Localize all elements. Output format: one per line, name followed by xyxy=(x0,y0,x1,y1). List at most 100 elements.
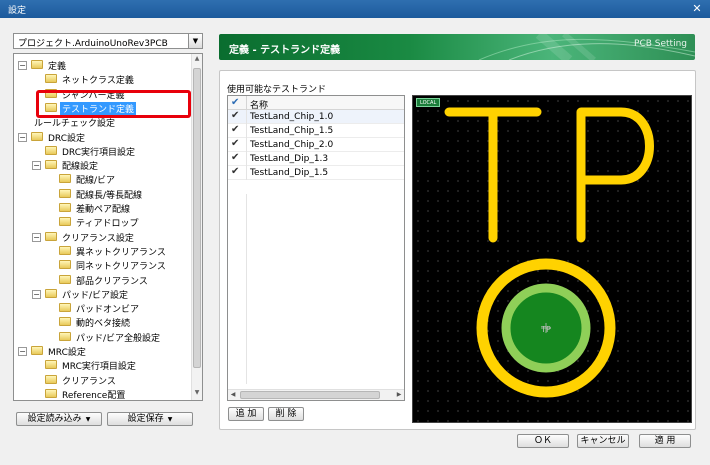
letter-t-shape xyxy=(444,107,542,243)
tree-item-label: DRC実行項目設定 xyxy=(62,147,136,158)
check-all-icon[interactable]: ✔ xyxy=(231,97,239,108)
tree-item[interactable]: 動的ベタ接続 xyxy=(14,315,190,329)
column-separator xyxy=(246,166,247,180)
tree-item[interactable]: 異ネットクリアランス xyxy=(14,244,190,258)
tree-item-label: 配線設定 xyxy=(62,162,99,173)
load-settings-button[interactable]: 設定読み込み ▼ xyxy=(16,412,102,426)
testland-list[interactable]: ✔ 名称 ✔ TestLand_Chip_1.0 ✔ TestLand_Chip_1.… xyxy=(227,95,405,401)
delete-button-label: 削 除 xyxy=(275,409,297,419)
tree-item-label: DRC設定 xyxy=(48,133,86,144)
apply-button[interactable]: 適 用 xyxy=(639,434,691,448)
list-item[interactable]: ✔ TestLand_Chip_1.5 xyxy=(228,124,404,138)
tree-item-label: ネットクラス定義 xyxy=(62,76,134,87)
list-item[interactable]: ✔ TestLand_Dip_1.5 xyxy=(228,166,404,180)
tree-item[interactable]: − パッド/ビア設定 xyxy=(14,287,190,301)
scrollbar-thumb[interactable] xyxy=(193,68,201,368)
column-separator xyxy=(246,110,247,124)
tree-item-label: Reference配置 xyxy=(62,390,126,401)
folder-icon xyxy=(31,131,43,141)
tree-item-label: 配線長/等長配線 xyxy=(76,190,143,201)
column-separator xyxy=(246,138,247,152)
folder-icon xyxy=(59,317,71,327)
tree-item[interactable]: 同ネットクリアランス xyxy=(14,258,190,272)
folder-icon xyxy=(45,145,57,155)
column-separator xyxy=(246,152,247,166)
chevron-down-icon[interactable]: ▼ xyxy=(188,34,202,48)
tree-item-label: 同ネットクリアランス xyxy=(76,262,166,273)
ok-button[interactable]: ＯＫ xyxy=(517,434,569,448)
list-item[interactable]: ✔ TestLand_Chip_2.0 xyxy=(228,138,404,152)
scroll-right-icon[interactable]: ▶ xyxy=(395,391,403,400)
save-settings-label: 設定保存 xyxy=(127,414,164,424)
checkbox-icon[interactable]: ✔ xyxy=(231,138,239,149)
column-separator xyxy=(246,96,247,110)
save-settings-button[interactable]: 設定保存 ▼ xyxy=(107,412,193,426)
list-item[interactable]: ✔ TestLand_Dip_1.3 xyxy=(228,152,404,166)
tree-item-label: クリアランス xyxy=(62,376,116,387)
tree-item[interactable]: − クリアランス設定 xyxy=(14,230,190,244)
collapse-icon[interactable]: − xyxy=(18,347,27,356)
tree-item[interactable]: − DRC設定 xyxy=(14,130,190,144)
scroll-down-icon[interactable]: ▼ xyxy=(193,389,201,399)
project-dropdown[interactable]: プロジェクト.ArduinoUnoRev3PCB ▼ xyxy=(13,33,203,49)
preview-graphic: TP TP xyxy=(444,107,654,398)
delete-button[interactable]: 削 除 xyxy=(268,407,304,421)
folder-icon xyxy=(45,388,57,398)
collapse-icon[interactable]: − xyxy=(32,289,41,299)
checkbox-icon[interactable]: ✔ xyxy=(231,166,239,177)
tree-item-label: 差動ペア配線 xyxy=(76,205,131,215)
list-horizontal-scrollbar[interactable]: ◀ ▶ xyxy=(228,389,404,400)
tree-item[interactable]: ネットクラス定義 xyxy=(14,72,190,86)
scroll-up-icon[interactable]: ▲ xyxy=(193,55,201,65)
folder-icon xyxy=(59,188,71,198)
ok-button-label: ＯＫ xyxy=(533,436,552,446)
tree-item[interactable]: Reference配置 xyxy=(14,387,190,401)
tree-item[interactable]: ティアドロップ xyxy=(14,215,190,229)
testland-name: TestLand_Dip_1.3 xyxy=(250,154,329,164)
tree-item[interactable]: − 配線設定 xyxy=(14,158,190,172)
tree-item[interactable]: DRC実行項目設定 xyxy=(14,144,190,158)
scroll-left-icon[interactable]: ◀ xyxy=(229,391,237,400)
tree-item[interactable]: 差動ペア配線 xyxy=(14,201,190,215)
testland-name: TestLand_Chip_1.5 xyxy=(250,126,334,136)
tree-item[interactable]: − MRC設定 xyxy=(14,344,190,358)
section-subtitle: PCB Setting xyxy=(634,39,687,49)
close-icon[interactable]: ✕ xyxy=(690,2,704,16)
collapse-icon[interactable]: − xyxy=(18,132,27,142)
tree-item-label: クリアランス設定 xyxy=(62,233,134,244)
cancel-button-label: キャンセル xyxy=(580,436,626,446)
tree-item[interactable]: クリアランス xyxy=(14,373,190,387)
tree-item-label: 動的ベタ接続 xyxy=(76,319,131,330)
tree-vertical-scrollbar[interactable]: ▲ ▼ xyxy=(191,54,202,400)
tree-item-label: 配線/ビア xyxy=(76,176,116,187)
tree-item[interactable]: 配線長/等長配線 xyxy=(14,187,190,201)
tree-item-label: MRC設定 xyxy=(48,348,86,358)
settings-window: 設定 ✕ プロジェクト.ArduinoUnoRev3PCB ▼ − 定義ネットクラ… xyxy=(0,0,710,465)
folder-icon xyxy=(45,360,57,370)
tree-item[interactable]: MRC実行項目設定 xyxy=(14,358,190,372)
list-header[interactable]: ✔ 名称 xyxy=(228,96,404,111)
tree-item[interactable]: 部品クリアランス xyxy=(14,273,190,287)
checkbox-icon[interactable]: ✔ xyxy=(231,152,239,163)
chevron-down-icon: ▼ xyxy=(167,416,173,423)
tree-item[interactable]: − 定義 xyxy=(14,58,190,72)
tree-item[interactable]: パッドオンビア xyxy=(14,301,190,315)
add-button[interactable]: 追 加 xyxy=(228,407,264,421)
scrollbar-thumb[interactable] xyxy=(240,391,380,399)
checkbox-icon[interactable]: ✔ xyxy=(231,124,239,135)
folder-icon xyxy=(59,217,71,227)
tree-item[interactable]: パッド/ビア全般設定 xyxy=(14,330,190,344)
checkbox-icon[interactable]: ✔ xyxy=(231,110,239,121)
collapse-icon[interactable]: − xyxy=(32,161,41,171)
column-line xyxy=(246,194,247,384)
tree-item-label: ティアドロップ xyxy=(76,219,139,230)
folder-icon xyxy=(45,74,57,84)
chevron-down-icon: ▼ xyxy=(85,416,91,423)
collapse-icon[interactable]: − xyxy=(32,232,41,242)
cancel-button[interactable]: キャンセル xyxy=(577,434,629,448)
tree-item[interactable]: 配線/ビア xyxy=(14,172,190,186)
testland-preview[interactable]: LOCAL TP TP xyxy=(412,95,692,423)
list-item[interactable]: ✔ TestLand_Chip_1.0 xyxy=(228,110,404,124)
title-bar[interactable]: 設定 ✕ xyxy=(0,0,710,18)
collapse-icon[interactable]: − xyxy=(18,61,27,70)
